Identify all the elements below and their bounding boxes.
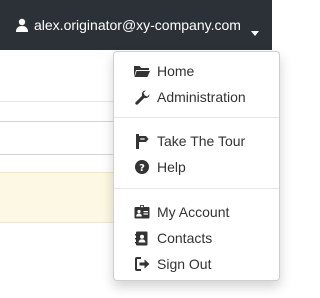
menu-item-label: Home — [157, 63, 195, 79]
page-text-field[interactable] — [0, 121, 120, 155]
menu-item-sign-out[interactable]: Sign Out — [114, 252, 279, 276]
user-dropdown-menu: Home Administration Take The Tour ? Help… — [113, 51, 280, 281]
folder-open-icon — [134, 63, 150, 79]
top-navbar: alex.originator@xy-company.com — [0, 0, 272, 50]
caret-down-icon — [250, 23, 259, 36]
svg-text:?: ? — [139, 163, 145, 174]
menu-item-label: Contacts — [157, 230, 213, 246]
menu-item-label: Help — [157, 159, 186, 175]
user-email: alex.originator@xy-company.com — [34, 17, 241, 33]
signpost-icon — [134, 133, 150, 149]
wrench-icon — [134, 89, 150, 105]
menu-item-home[interactable]: Home — [114, 59, 279, 83]
page-alert-box — [0, 172, 120, 223]
question-circle-icon: ? — [134, 159, 150, 175]
menu-item-contacts[interactable]: Contacts — [114, 226, 279, 250]
menu-item-label: Sign Out — [157, 256, 212, 272]
menu-item-label: My Account — [157, 204, 230, 220]
menu-item-label: Take The Tour — [157, 133, 246, 149]
menu-item-help[interactable]: ? Help — [114, 155, 279, 179]
menu-item-administration[interactable]: Administration — [114, 85, 279, 109]
menu-item-take-the-tour[interactable]: Take The Tour — [114, 129, 279, 153]
user-menu-toggle[interactable]: alex.originator@xy-company.com — [15, 15, 259, 36]
menu-item-my-account[interactable]: My Account — [114, 200, 279, 224]
user-icon — [15, 18, 29, 32]
page-divider — [0, 101, 120, 102]
address-book-icon — [134, 230, 150, 246]
menu-item-label: Administration — [157, 89, 246, 105]
id-card-icon — [134, 204, 150, 220]
menu-divider — [114, 117, 279, 118]
menu-divider — [114, 188, 279, 189]
sign-out-icon — [134, 256, 150, 272]
